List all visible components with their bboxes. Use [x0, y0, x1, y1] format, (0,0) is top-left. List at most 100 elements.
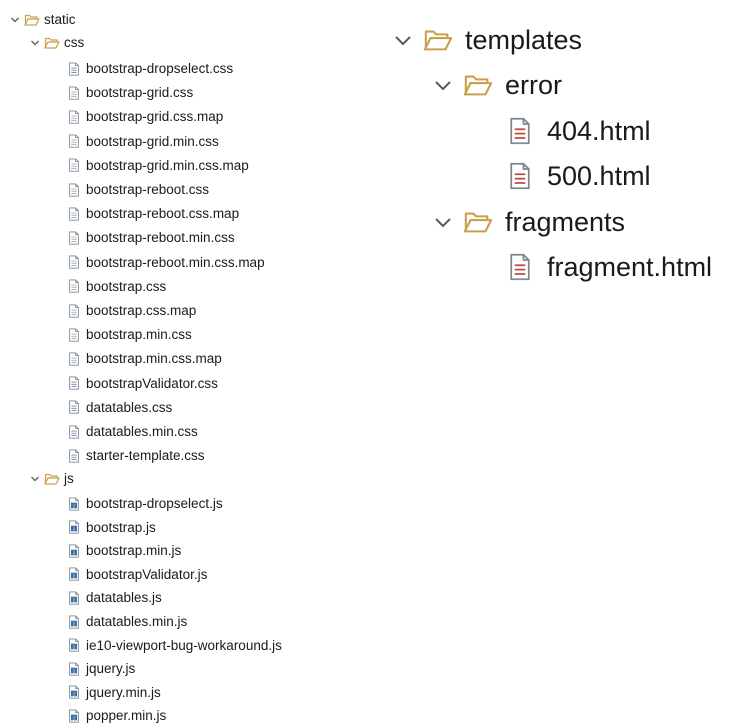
- tree-item-file[interactable]: bootstrap.css.map: [66, 299, 196, 322]
- tree-item-file[interactable]: bootstrap.min.css: [66, 323, 192, 346]
- tree-item-css-folder[interactable]: css: [29, 31, 84, 54]
- file-label: bootstrap-reboot.css: [86, 182, 210, 197]
- svg-text:J: J: [72, 597, 74, 603]
- tree-item-file[interactable]: Jpopper.min.js: [66, 704, 166, 727]
- chevron-down-icon[interactable]: [432, 74, 454, 96]
- tree-item-static-folder[interactable]: static: [9, 8, 76, 31]
- html-file-icon: [505, 117, 535, 145]
- folder-label: js: [64, 471, 74, 486]
- tree-item-file[interactable]: bootstrap-grid.css: [66, 81, 193, 104]
- tree-item-file[interactable]: JbootstrapValidator.js: [66, 563, 207, 586]
- file-label: datatables.css: [86, 399, 173, 415]
- tree-item-file[interactable]: Jie10-viewport-bug-workaround.js: [66, 634, 282, 657]
- chevron-down-icon[interactable]: [9, 14, 21, 26]
- tree-item-file[interactable]: 404.html: [505, 108, 651, 154]
- tree-item-file[interactable]: bootstrap-grid.min.css: [66, 130, 219, 153]
- css-file-icon: [66, 61, 82, 76]
- svg-text:J: J: [72, 574, 74, 580]
- file-label: bootstrap.css.map: [86, 303, 197, 318]
- tree-item-file[interactable]: fragment.html: [505, 244, 712, 290]
- js-file-icon: J: [66, 614, 82, 629]
- tree-item-file[interactable]: bootstrapValidator.css: [66, 372, 218, 395]
- tree-item-file[interactable]: Jjquery.min.js: [66, 681, 161, 704]
- svg-text:J: J: [72, 621, 74, 627]
- svg-text:J: J: [72, 715, 74, 721]
- js-file-icon: J: [66, 591, 82, 605]
- svg-text:J: J: [72, 644, 74, 650]
- generic-file-icon: [66, 352, 82, 366]
- tree-item-file[interactable]: 500.html: [505, 153, 651, 199]
- file-label: bootstrap-grid.min.css.map: [86, 157, 249, 173]
- tree-item-file[interactable]: Jjquery.js: [66, 657, 135, 680]
- js-file-icon: J: [66, 638, 82, 652]
- file-label: bootstrap-reboot.min.css: [86, 230, 235, 246]
- tree-item-file[interactable]: Jdatatables.min.js: [66, 610, 187, 633]
- html-file-icon: [505, 253, 535, 281]
- file-label: bootstrap.min.css.map: [86, 351, 222, 367]
- tree-item-file[interactable]: datatables.css: [66, 396, 172, 419]
- tree-item-js-folder[interactable]: js: [29, 467, 74, 490]
- file-label: bootstrapValidator.js: [86, 566, 208, 582]
- generic-file-icon: [66, 86, 82, 100]
- js-file-icon: J: [66, 520, 82, 534]
- file-label: bootstrap.js: [86, 519, 156, 535]
- file-label: fragment.html: [547, 251, 713, 282]
- chevron-down-icon[interactable]: [29, 473, 41, 485]
- file-label: 404.html: [547, 115, 651, 146]
- chevron-down-icon[interactable]: [432, 211, 454, 233]
- css-file-icon: [66, 424, 82, 439]
- open-folder-icon: [44, 472, 60, 486]
- tree-item-file[interactable]: Jbootstrap.min.js: [66, 539, 181, 562]
- file-label: jquery.min.js: [86, 684, 161, 700]
- file-label: bootstrapValidator.css: [86, 375, 218, 391]
- file-label: bootstrap-reboot.min.css.map: [86, 254, 265, 270]
- file-label: bootstrap-grid.css.map: [86, 109, 224, 125]
- tree-item-fragments-folder[interactable]: fragments: [432, 199, 625, 245]
- chevron-down-icon[interactable]: [29, 37, 41, 49]
- tree-item-templates-folder[interactable]: templates: [392, 17, 582, 63]
- tree-item-file[interactable]: Jbootstrap-dropselect.js: [66, 492, 223, 515]
- open-folder-icon: [463, 208, 493, 236]
- generic-file-icon: [66, 207, 82, 221]
- tree-item-file[interactable]: Jdatatables.js: [66, 586, 162, 609]
- css-file-icon: [66, 376, 82, 390]
- file-label: bootstrap.css: [86, 278, 167, 294]
- open-folder-icon: [463, 71, 493, 99]
- svg-text:J: J: [72, 692, 74, 698]
- tree-item-file[interactable]: bootstrap-reboot.css.map: [66, 202, 239, 225]
- tree-item-file[interactable]: Jbootstrap.js: [66, 516, 156, 539]
- tree-item-file[interactable]: bootstrap.css: [66, 275, 166, 298]
- file-label: datatables.min.css: [86, 424, 198, 439]
- generic-file-icon: [66, 231, 82, 245]
- svg-text:J: J: [72, 550, 74, 556]
- tree-item-error-folder[interactable]: error: [432, 62, 562, 108]
- open-folder-icon: [44, 36, 60, 50]
- tree-item-file[interactable]: starter-template.css: [66, 444, 205, 467]
- js-file-icon: J: [66, 662, 82, 676]
- svg-text:J: J: [72, 668, 74, 674]
- tree-item-file[interactable]: bootstrap-grid.min.css.map: [66, 154, 249, 177]
- tree-item-file[interactable]: bootstrap-dropselect.css: [66, 57, 233, 80]
- tree-item-file[interactable]: bootstrap-reboot.min.css.map: [66, 251, 265, 274]
- chevron-down-icon[interactable]: [392, 29, 414, 51]
- css-file-icon: [66, 449, 82, 463]
- tree-item-file[interactable]: bootstrap-grid.css.map: [66, 105, 223, 128]
- generic-file-icon: [66, 303, 82, 318]
- file-label: jquery.js: [86, 661, 136, 677]
- generic-file-icon: [66, 182, 82, 197]
- tree-item-file[interactable]: datatables.min.css: [66, 420, 198, 443]
- html-file-icon: [505, 162, 535, 190]
- tree-item-file[interactable]: bootstrap-reboot.css: [66, 178, 209, 201]
- file-label: bootstrap-dropselect.css: [86, 61, 234, 76]
- file-label: bootstrap.min.css: [86, 327, 192, 343]
- generic-file-icon: [66, 158, 82, 172]
- file-label: bootstrap.min.js: [86, 543, 182, 559]
- js-file-icon: J: [66, 567, 82, 581]
- folder-label: templates: [465, 24, 583, 55]
- svg-text:J: J: [72, 526, 74, 532]
- file-label: bootstrap-grid.min.css: [86, 133, 219, 149]
- file-label: bootstrap-reboot.css.map: [86, 206, 240, 222]
- tree-item-file[interactable]: bootstrap-reboot.min.css: [66, 226, 235, 249]
- tree-item-file[interactable]: bootstrap.min.css.map: [66, 347, 222, 370]
- file-label: starter-template.css: [86, 448, 205, 464]
